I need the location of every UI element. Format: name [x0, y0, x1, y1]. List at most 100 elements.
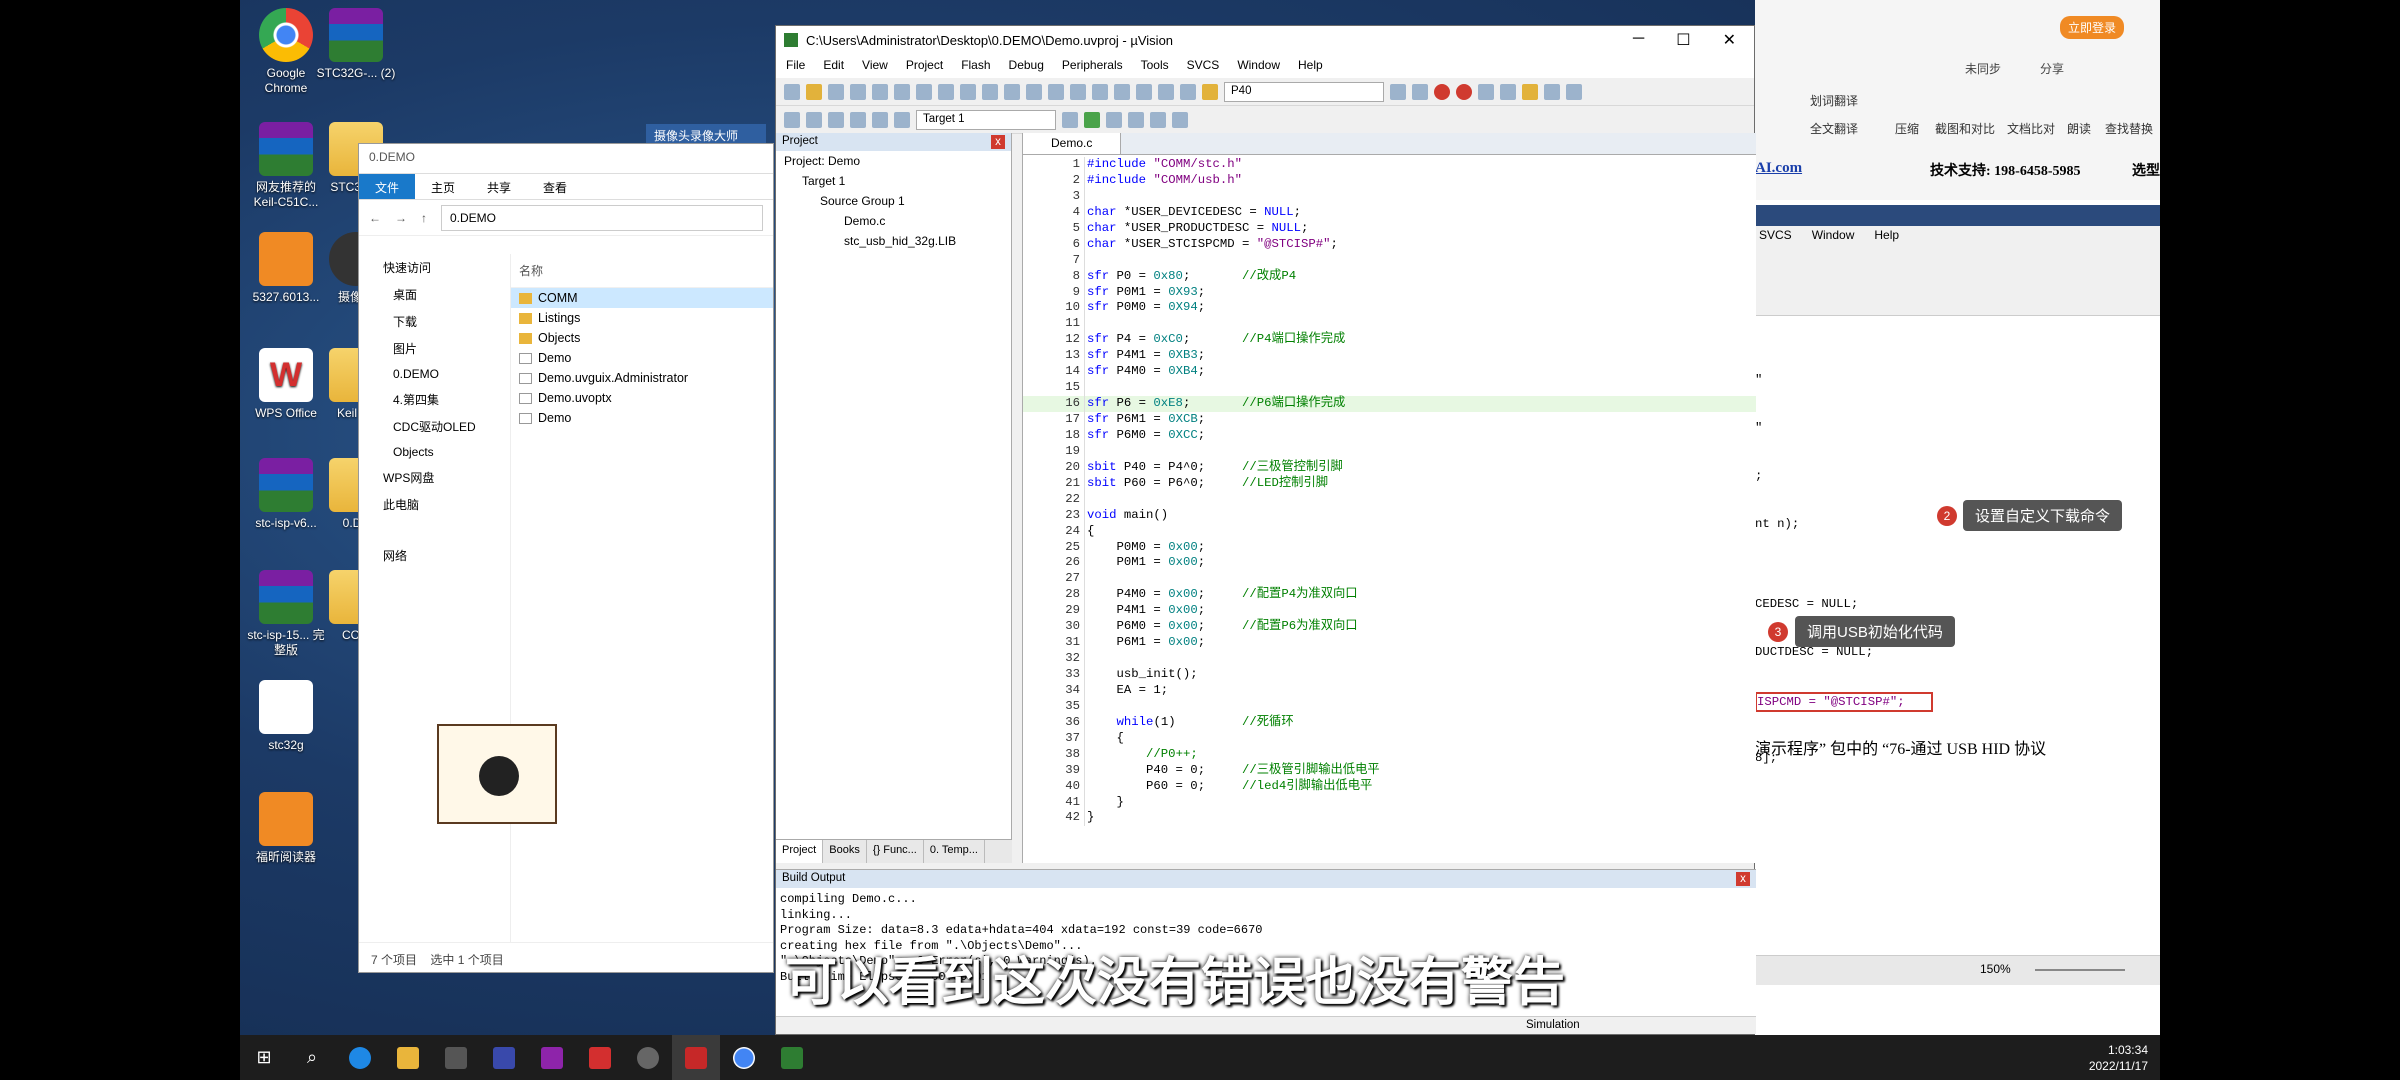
file-row[interactable]: Demo	[511, 408, 773, 428]
nav-forward-icon[interactable]	[1004, 83, 1020, 100]
tree-target[interactable]: Target 1	[776, 171, 1011, 191]
build-icon[interactable]	[806, 111, 822, 128]
code-line[interactable]: 14 sfr P4M0 = 0XB4;	[1023, 364, 1756, 381]
breakpoint-kill-icon[interactable]	[1500, 83, 1516, 100]
code-line[interactable]: 22	[1023, 491, 1756, 508]
menu-project[interactable]: Project	[906, 58, 943, 74]
tree-file-demo-c[interactable]: Demo.c	[776, 211, 1011, 231]
taskbar-keil[interactable]	[672, 1035, 720, 1080]
menu-svcs[interactable]: SVCS	[1187, 58, 1220, 74]
taskbar-isp[interactable]	[528, 1035, 576, 1080]
back-arrow-icon[interactable]: ←	[369, 211, 381, 225]
code-line[interactable]: 16 sfr P6 = 0xE8; //P6端口操作完成	[1023, 396, 1756, 412]
tool-compress[interactable]: 压缩	[1895, 120, 1919, 137]
configure-icon[interactable]	[1566, 83, 1582, 100]
file-row[interactable]: Demo	[511, 348, 773, 368]
cut-icon[interactable]	[872, 83, 888, 100]
download-icon[interactable]	[894, 111, 910, 128]
up-arrow-icon[interactable]: ↑	[421, 211, 427, 225]
desktop-icon-pdf[interactable]: 5327.6013...	[246, 232, 326, 305]
code-editor[interactable]: Demo.c 1 #include "COMM/stc.h" 2 #include "…	[1022, 133, 1756, 863]
breakpoint-icon[interactable]	[1456, 83, 1472, 100]
unindent-icon[interactable]	[1136, 83, 1152, 100]
menu-peripherals[interactable]: Peripherals	[1062, 58, 1123, 74]
new-file-icon[interactable]	[784, 83, 800, 100]
code-line[interactable]: 18 sfr P6M0 = 0XCC;	[1023, 427, 1756, 444]
tab-templates[interactable]: 0. Temp...	[924, 840, 985, 863]
code-area[interactable]: 1 #include "COMM/stc.h" 2 #include "COMM/us…	[1023, 155, 1756, 827]
desktop-icon-wps[interactable]: W WPS Office	[246, 348, 326, 421]
nav-pictures[interactable]: 图片	[359, 335, 510, 362]
code-line[interactable]: 9 sfr P0M1 = 0X93;	[1023, 284, 1756, 301]
bookmark-icon[interactable]	[1026, 83, 1042, 100]
tree-file-lib[interactable]: stc_usb_hid_32g.LIB	[776, 231, 1011, 251]
tool-find-replace[interactable]: 查找替换	[2105, 120, 2153, 137]
search-button[interactable]: ⌕	[288, 1035, 336, 1080]
forward-arrow-icon[interactable]: →	[395, 211, 407, 225]
tab-books[interactable]: Books	[823, 840, 867, 863]
taskbar-explorer[interactable]	[384, 1035, 432, 1080]
tab-project[interactable]: Project	[776, 840, 824, 863]
nav-episode4[interactable]: 4.第四集	[359, 386, 510, 413]
code-line[interactable]: 32	[1023, 651, 1756, 667]
file-row[interactable]: Demo.uvoptx	[511, 388, 773, 408]
code-line[interactable]: 40 P60 = 0; //led4引脚输出低电平	[1023, 778, 1756, 795]
code-line[interactable]: 38 //P0++;	[1023, 746, 1756, 763]
column-header-name[interactable]: 名称	[511, 254, 773, 288]
debug-session-icon[interactable]	[1434, 83, 1450, 100]
code-line[interactable]: 33 usb_init();	[1023, 667, 1756, 683]
code-line[interactable]: 42}	[1023, 810, 1756, 827]
sync-status[interactable]: 未同步	[1965, 60, 2001, 77]
tool-full-translate[interactable]: 全文翻译	[1810, 120, 1858, 137]
multi-project-icon[interactable]	[1172, 111, 1188, 128]
code-line[interactable]: 27	[1023, 571, 1756, 588]
nav-back-icon[interactable]	[982, 83, 998, 100]
code-line[interactable]: 36 while(1) //死循环	[1023, 714, 1756, 731]
breakpoint-disable-icon[interactable]	[1478, 83, 1494, 100]
menu-view[interactable]: View	[862, 58, 888, 74]
code-line[interactable]: 4 char *USER_DEVICEDESC = NULL;	[1023, 204, 1756, 221]
code-line[interactable]: 5 char *USER_PRODUCTDESC = NULL;	[1023, 220, 1756, 237]
stop-build-icon[interactable]	[872, 111, 888, 128]
nav-objects[interactable]: Objects	[359, 440, 510, 464]
code-line[interactable]: 26 P0M1 = 0x00;	[1023, 555, 1756, 572]
tab-functions[interactable]: {} Func...	[867, 840, 924, 863]
desktop-icon-stc32g-doc[interactable]: stc32g	[246, 680, 326, 753]
redo-icon[interactable]	[960, 83, 976, 100]
code-line[interactable]: 31 P6M1 = 0x00;	[1023, 635, 1756, 652]
open-folder-icon[interactable]	[806, 83, 822, 100]
file-row[interactable]: Listings	[511, 308, 773, 328]
code-line[interactable]: 25 P0M0 = 0x00;	[1023, 539, 1756, 556]
menu-help[interactable]: Help	[1298, 58, 1323, 74]
code-line[interactable]: 21 sbit P60 = P6^0; //LED控制引脚	[1023, 475, 1756, 492]
ribbon-tab-view[interactable]: 查看	[527, 174, 583, 199]
translate-icon[interactable]	[784, 111, 800, 128]
start-button[interactable]: ⊞	[240, 1035, 288, 1080]
maximize-button[interactable]: ☐	[1676, 30, 1690, 50]
code-line[interactable]: 41 }	[1023, 794, 1756, 811]
taskbar-store[interactable]	[432, 1035, 480, 1080]
code-line[interactable]: 3	[1023, 188, 1756, 205]
code-line[interactable]: 12 sfr P4 = 0xC0; //P4端口操作完成	[1023, 332, 1756, 349]
taskbar-uvision[interactable]	[768, 1035, 816, 1080]
nav-quick-access[interactable]: 快速访问	[359, 254, 510, 281]
pane-close-icon[interactable]: x	[991, 135, 1005, 149]
code-line[interactable]: 23 void main()	[1023, 507, 1756, 524]
bookmark-prev-icon[interactable]	[1048, 83, 1064, 100]
taskbar-chrome[interactable]	[720, 1035, 768, 1080]
file-row[interactable]: Objects	[511, 328, 773, 348]
code-line[interactable]: 1 #include "COMM/stc.h"	[1023, 157, 1756, 173]
code-line[interactable]: 20 sbit P40 = P4^0; //三极管控制引脚	[1023, 459, 1756, 476]
code-line[interactable]: 6 char *USER_STCISPCMD = "@STCISP#";	[1023, 236, 1756, 253]
minimize-button[interactable]: ─	[1633, 30, 1644, 50]
zoom-level[interactable]: 150%	[1980, 962, 2011, 976]
code-line[interactable]: 29 P4M1 = 0x00;	[1023, 603, 1756, 620]
code-line[interactable]: 24{	[1023, 523, 1756, 540]
taskbar-recorder[interactable]	[624, 1035, 672, 1080]
bookmark-clear-icon[interactable]	[1092, 83, 1108, 100]
file-row[interactable]: Demo.uvguix.Administrator	[511, 368, 773, 388]
comment-icon[interactable]	[1158, 83, 1174, 100]
nav-wps-cloud[interactable]: WPS网盘	[359, 464, 510, 491]
window-layout-icon[interactable]	[1544, 83, 1560, 100]
nav-this-pc[interactable]: 此电脑	[359, 491, 510, 518]
